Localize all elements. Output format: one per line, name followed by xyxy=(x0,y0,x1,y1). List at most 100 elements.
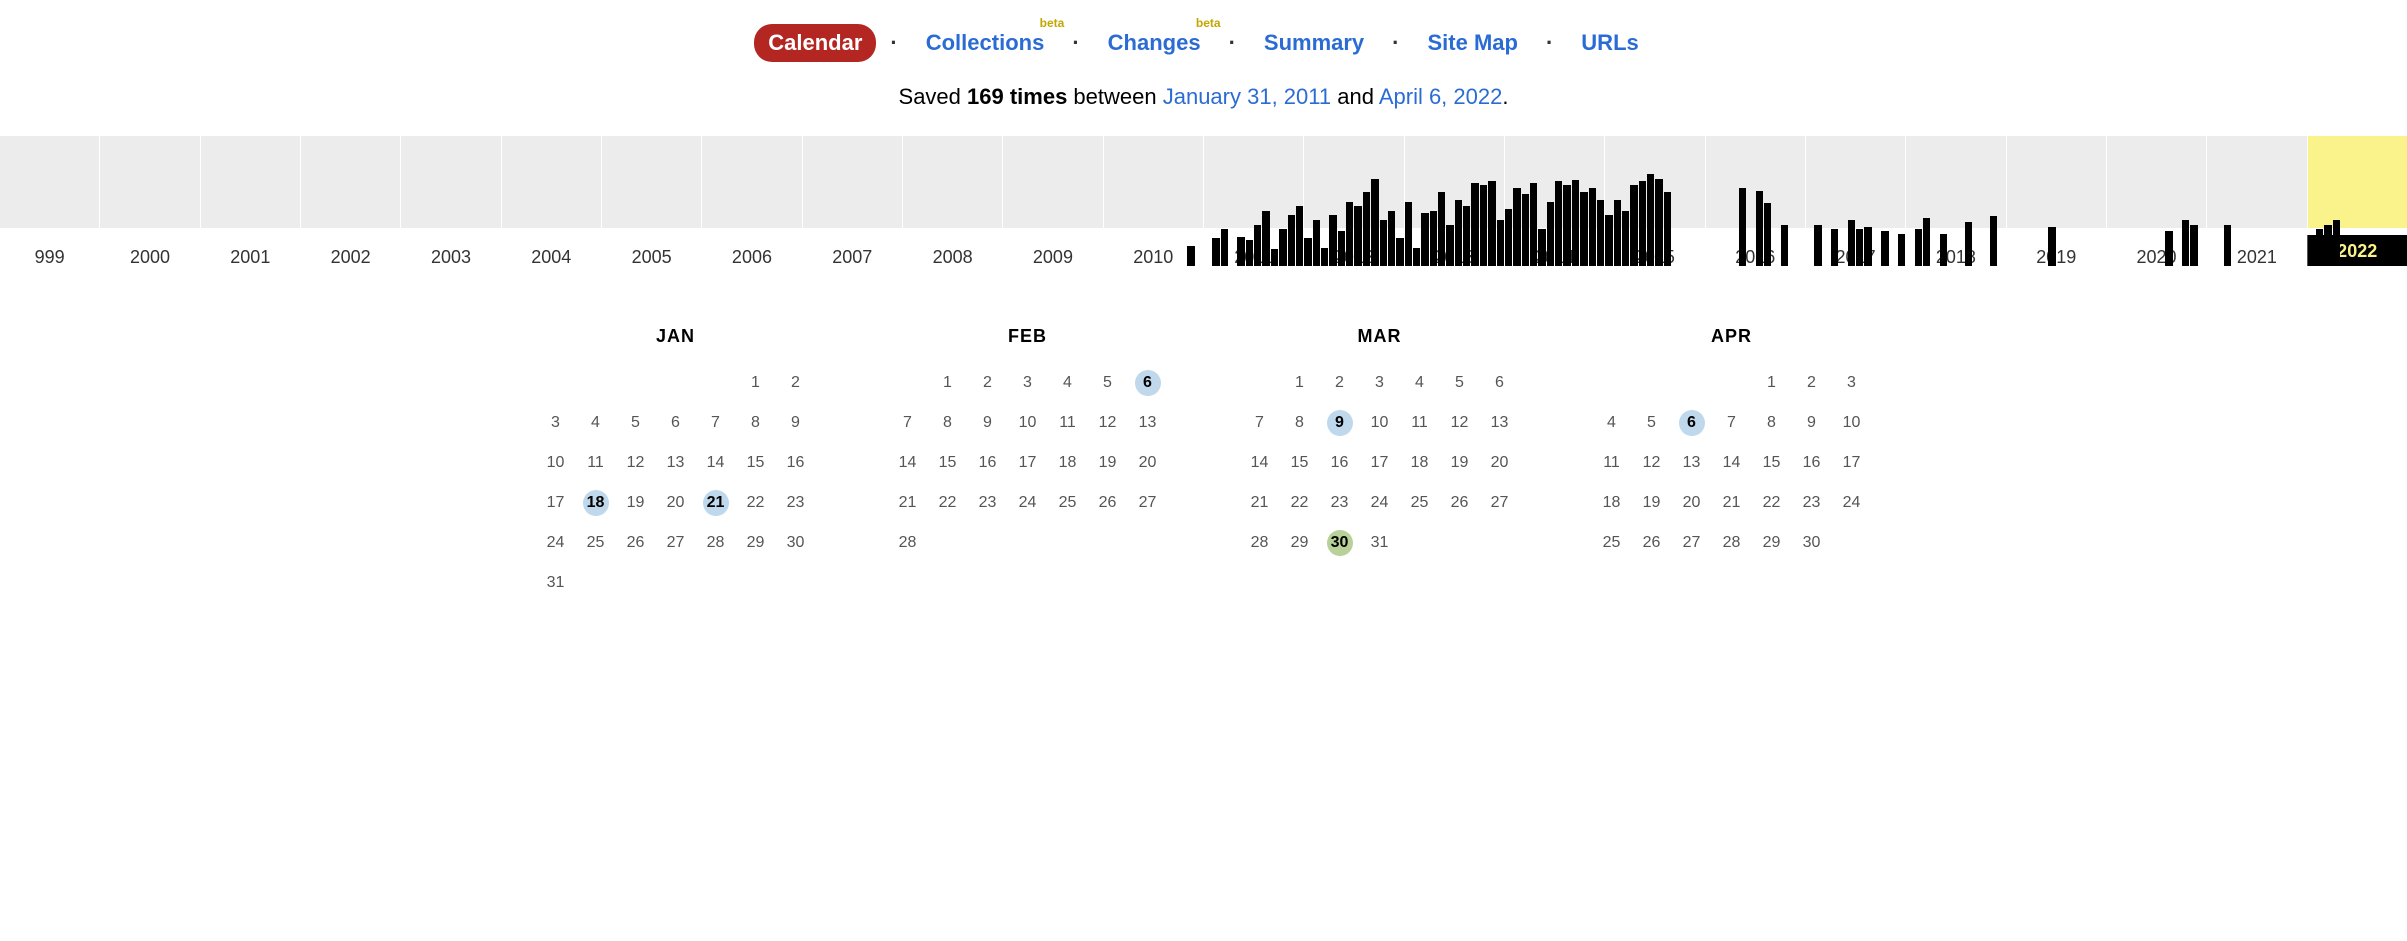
timeline-bar xyxy=(1221,229,1228,266)
timeline-bar xyxy=(1396,238,1403,266)
timeline-bar xyxy=(1346,202,1353,266)
day: 7 xyxy=(888,405,928,441)
day: 15 xyxy=(736,445,776,481)
year-cell-2017[interactable]: 2017 xyxy=(1805,136,1905,266)
year-cell-2006[interactable]: 2006 xyxy=(701,136,801,266)
year-cell-2020[interactable]: 2020 xyxy=(2106,136,2206,266)
year-cell-999[interactable]: 999 xyxy=(0,136,99,266)
year-cell-2010[interactable]: 2010 xyxy=(1103,136,1203,266)
timeline-bar xyxy=(1279,229,1286,266)
year-cell-2005[interactable]: 2005 xyxy=(601,136,701,266)
day: 18 xyxy=(1400,445,1440,481)
timeline-bar xyxy=(1605,215,1612,266)
day: 27 xyxy=(1672,525,1712,561)
year-cell-2021[interactable]: 2021 xyxy=(2206,136,2306,266)
day: 16 xyxy=(1792,445,1832,481)
timeline-bar xyxy=(1446,225,1453,266)
day-snapshot[interactable]: 6 xyxy=(1672,405,1712,441)
day: 22 xyxy=(928,485,968,521)
tab-urls[interactable]: URLs xyxy=(1567,24,1652,62)
day: 22 xyxy=(1280,485,1320,521)
day: 31 xyxy=(1360,525,1400,561)
tab-calendar[interactable]: Calendar xyxy=(754,24,876,62)
day: 28 xyxy=(696,525,736,561)
year-timeline[interactable]: 9992000200120022003200420052006200720082… xyxy=(0,136,2407,266)
timeline-bar xyxy=(1630,185,1637,266)
summary-end-date-link[interactable]: April 6, 2022 xyxy=(1379,84,1503,109)
timeline-bar xyxy=(1513,188,1520,266)
timeline-bar xyxy=(1965,222,1972,266)
timeline-bar xyxy=(1237,237,1244,266)
day-snapshot[interactable]: 18 xyxy=(576,485,616,521)
day: 4 xyxy=(576,405,616,441)
year-cell-2003[interactable]: 2003 xyxy=(400,136,500,266)
year-cell-2002[interactable]: 2002 xyxy=(300,136,400,266)
tab-collections[interactable]: Collectionsbeta xyxy=(912,24,1059,62)
year-cell-2014[interactable]: 2014 xyxy=(1504,136,1604,266)
month-apr: APR1234567891011121314151617181920212223… xyxy=(1592,326,1872,601)
day-snapshot[interactable]: 21 xyxy=(696,485,736,521)
timeline-bar xyxy=(1413,248,1420,266)
day-snapshot[interactable]: 30 xyxy=(1320,525,1360,561)
timeline-bar xyxy=(1271,249,1278,266)
timeline-bar xyxy=(1923,218,1930,266)
day-snapshot[interactable]: 9 xyxy=(1320,405,1360,441)
day: 14 xyxy=(696,445,736,481)
timeline-bar xyxy=(1647,174,1654,266)
year-cell-2008[interactable]: 2008 xyxy=(902,136,1002,266)
day: 19 xyxy=(1632,485,1672,521)
day: 25 xyxy=(1592,525,1632,561)
tab-site-map[interactable]: Site Map xyxy=(1414,24,1532,62)
day: 16 xyxy=(776,445,816,481)
day: 8 xyxy=(1280,405,1320,441)
year-cell-2015[interactable]: 2015 xyxy=(1604,136,1704,266)
month-grid: 1234567891011121314151617181920212223242… xyxy=(888,365,1168,561)
summary-between: between xyxy=(1067,84,1162,109)
day: 20 xyxy=(1672,485,1712,521)
timeline-bar xyxy=(1597,200,1604,266)
year-cell-2009[interactable]: 2009 xyxy=(1002,136,1102,266)
year-cell-2016[interactable]: 2016 xyxy=(1705,136,1805,266)
year-bars xyxy=(903,174,1002,266)
timeline-bar xyxy=(1881,231,1888,266)
year-cell-2011[interactable]: 2011 xyxy=(1203,136,1303,266)
timeline-bar xyxy=(2165,231,2172,266)
day: 17 xyxy=(536,485,576,521)
year-bars xyxy=(2308,174,2407,266)
day: 3 xyxy=(1832,365,1872,401)
day: 8 xyxy=(928,405,968,441)
tab-summary[interactable]: Summary xyxy=(1250,24,1378,62)
year-cell-2018[interactable]: 2018 xyxy=(1905,136,2005,266)
timeline-bar xyxy=(1505,209,1512,266)
day: 5 xyxy=(1440,365,1480,401)
year-bars xyxy=(1706,174,1805,266)
day-snapshot[interactable]: 6 xyxy=(1128,365,1168,401)
day: 12 xyxy=(1440,405,1480,441)
timeline-bar xyxy=(1321,248,1328,266)
year-cell-2000[interactable]: 2000 xyxy=(99,136,199,266)
year-cell-2022[interactable]: 2022 xyxy=(2307,136,2407,266)
day: 3 xyxy=(1008,365,1048,401)
year-bars xyxy=(1505,174,1604,266)
day: 4 xyxy=(1592,405,1632,441)
day: 26 xyxy=(616,525,656,561)
day: 20 xyxy=(1128,445,1168,481)
year-cell-2012[interactable]: 2012 xyxy=(1303,136,1403,266)
year-cell-2007[interactable]: 2007 xyxy=(802,136,902,266)
year-bars xyxy=(702,174,801,266)
tab-changes[interactable]: Changesbeta xyxy=(1094,24,1215,62)
day: 24 xyxy=(1360,485,1400,521)
year-cell-2004[interactable]: 2004 xyxy=(501,136,601,266)
timeline-bar xyxy=(2316,229,2323,266)
year-cell-2013[interactable]: 2013 xyxy=(1404,136,1504,266)
timeline-bar xyxy=(1563,185,1570,266)
day: 14 xyxy=(1240,445,1280,481)
timeline-bar xyxy=(1338,231,1345,266)
day: 19 xyxy=(1088,445,1128,481)
year-cell-2019[interactable]: 2019 xyxy=(2006,136,2106,266)
day: 6 xyxy=(1480,365,1520,401)
day: 29 xyxy=(1280,525,1320,561)
year-cell-2001[interactable]: 2001 xyxy=(200,136,300,266)
summary-start-date-link[interactable]: January 31, 2011 xyxy=(1163,84,1331,109)
year-bars xyxy=(1605,174,1704,266)
